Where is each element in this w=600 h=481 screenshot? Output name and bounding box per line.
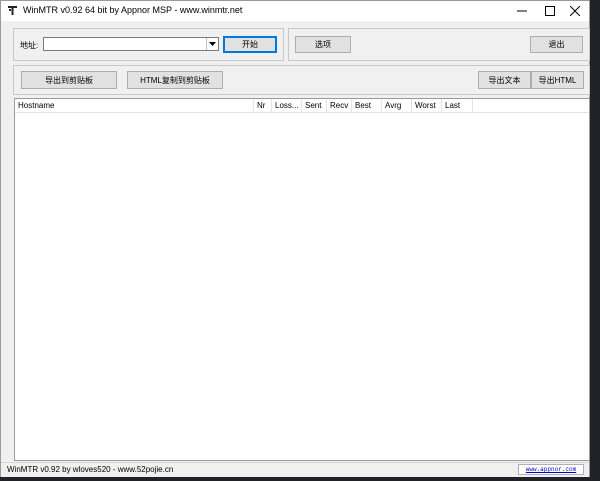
chevron-down-icon: [209, 41, 216, 46]
status-text: WinMTR v0.92 by wloves520 - www.52pojie.…: [7, 465, 174, 474]
column-header-nr[interactable]: Nr: [254, 99, 272, 112]
address-combobox[interactable]: [43, 37, 219, 51]
winmtr-app-icon: [8, 6, 17, 15]
export-html-button[interactable]: 导出HTML: [531, 71, 584, 89]
close-icon: [570, 6, 580, 16]
status-bar: WinMTR v0.92 by wloves520 - www.52pojie.…: [1, 462, 589, 477]
appnor-link[interactable]: www.appnor.com: [518, 464, 584, 475]
column-header-worst[interactable]: Worst: [412, 99, 442, 112]
maximize-button[interactable]: [536, 1, 564, 21]
address-dropdown-button[interactable]: [206, 38, 218, 50]
minimize-icon: [517, 10, 527, 12]
address-label: 地址:: [20, 41, 39, 50]
maximize-icon: [545, 6, 555, 16]
column-header-best[interactable]: Best: [352, 99, 382, 112]
column-header-sent[interactable]: Sent: [302, 99, 327, 112]
column-header-recv[interactable]: Recv: [327, 99, 352, 112]
export-text-button[interactable]: 导出文本: [478, 71, 531, 89]
copy-html-to-clipboard-button[interactable]: HTML复制到剪贴板: [127, 71, 223, 89]
close-button[interactable]: [561, 1, 589, 21]
table-header: Hostname Nr Loss... Sent Recv Best Avrg …: [15, 99, 589, 113]
title-bar[interactable]: WinMTR v0.92 64 bit by Appnor MSP - www.…: [1, 1, 589, 21]
minimize-button[interactable]: [508, 1, 536, 21]
results-table[interactable]: Hostname Nr Loss... Sent Recv Best Avrg …: [14, 98, 590, 461]
copy-text-to-clipboard-button[interactable]: 导出到剪贴板: [21, 71, 117, 89]
column-header-avrg[interactable]: Avrg: [382, 99, 412, 112]
column-header-loss[interactable]: Loss...: [272, 99, 302, 112]
exit-button[interactable]: 退出: [530, 36, 583, 53]
window-title: WinMTR v0.92 64 bit by Appnor MSP - www.…: [23, 5, 243, 15]
column-header-hostname[interactable]: Hostname: [15, 99, 254, 112]
options-button[interactable]: 选项: [295, 36, 351, 53]
column-header-last[interactable]: Last: [442, 99, 473, 112]
start-button[interactable]: 开始: [223, 36, 277, 53]
address-input[interactable]: [46, 38, 206, 50]
app-window: WinMTR v0.92 64 bit by Appnor MSP - www.…: [0, 0, 590, 477]
